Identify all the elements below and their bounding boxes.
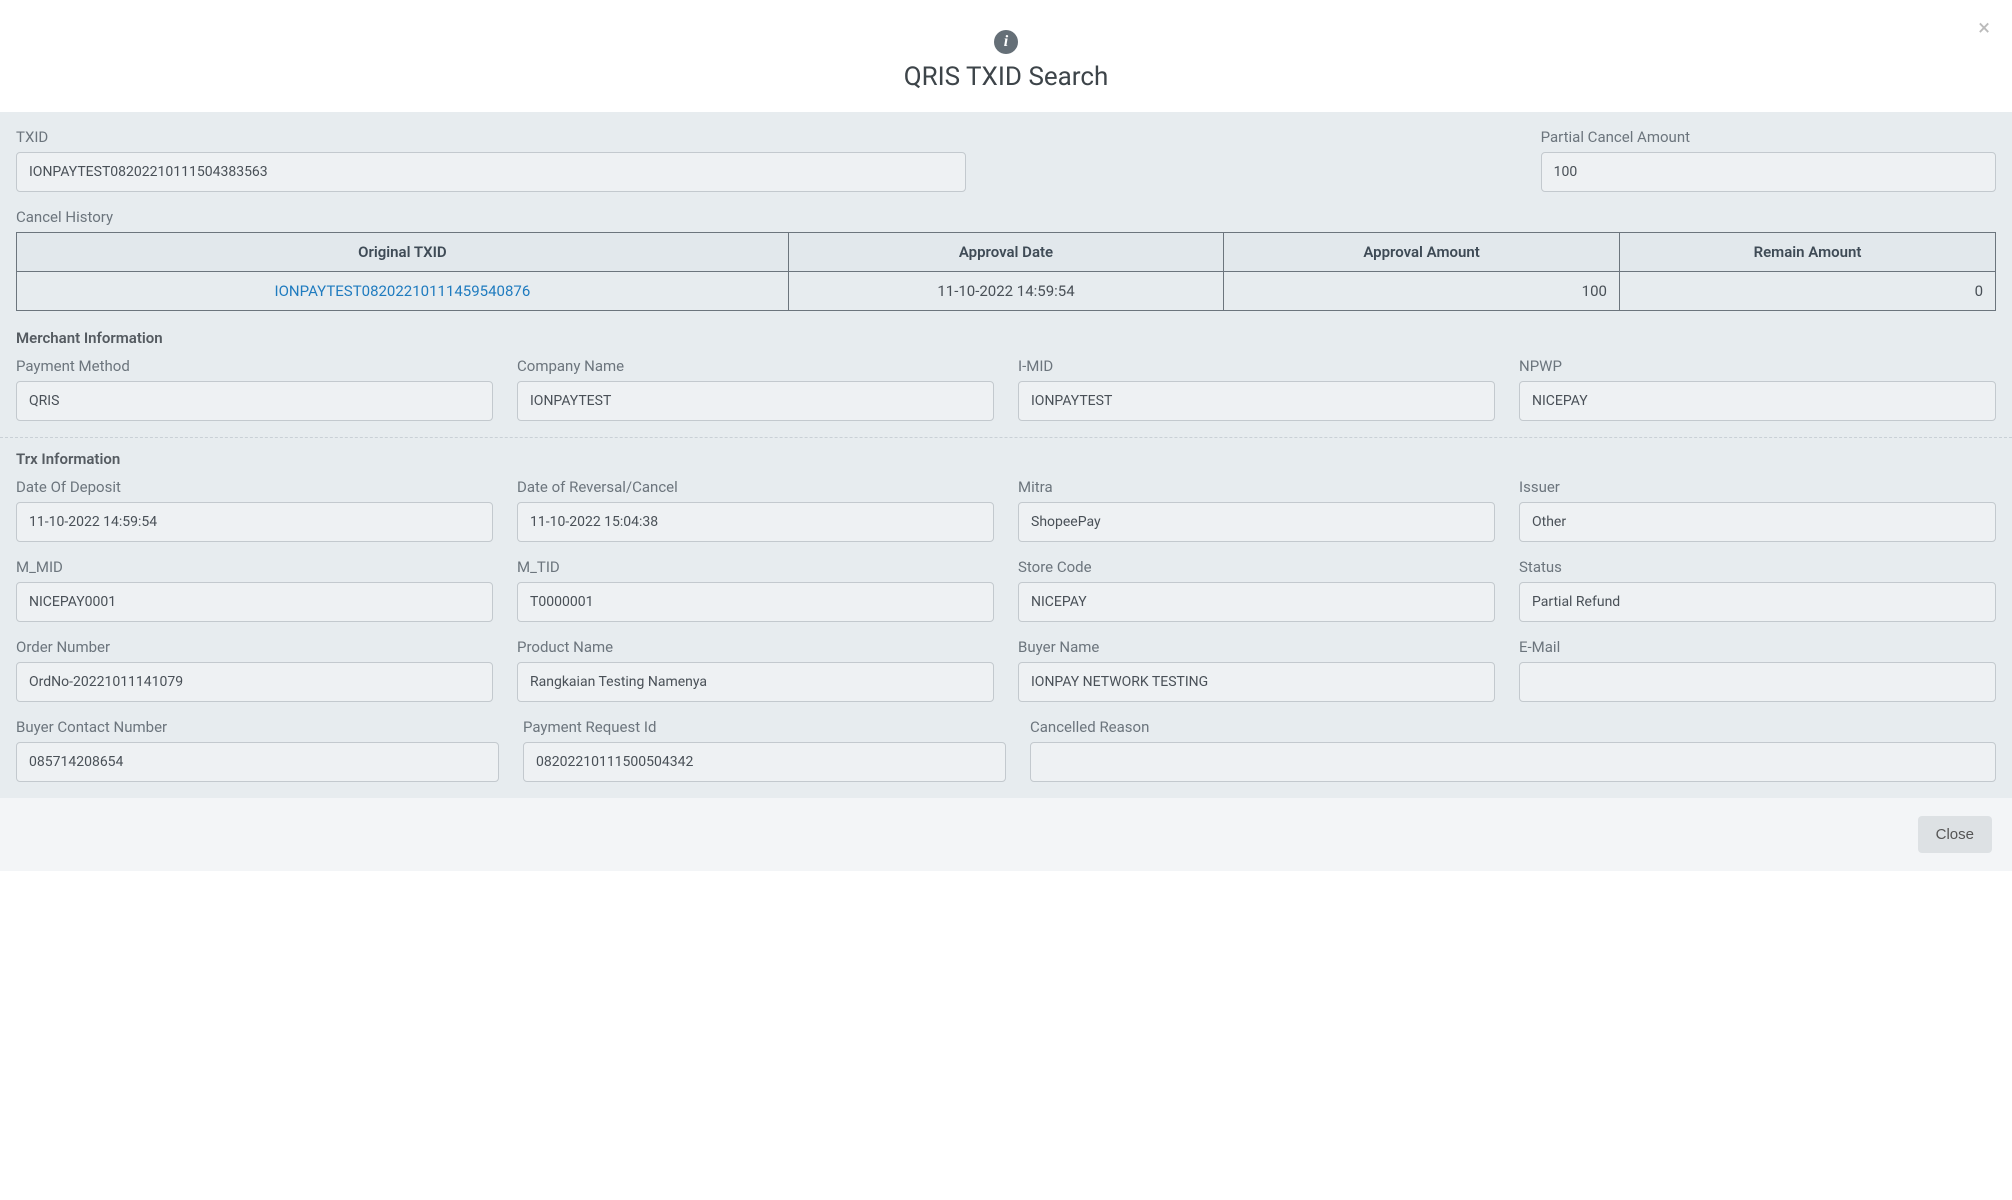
company-name-label: Company Name: [517, 357, 994, 375]
modal-header: × i QRIS TXID Search: [0, 0, 2012, 112]
m-mid-field: NICEPAY0001: [16, 582, 493, 622]
close-icon[interactable]: ×: [1978, 18, 1990, 40]
m-tid-field: T0000001: [517, 582, 994, 622]
cancel-history-table: Original TXID Approval Date Approval Amo…: [16, 232, 1996, 311]
status-label: Status: [1519, 558, 1996, 576]
buyer-contact-label: Buyer Contact Number: [16, 718, 499, 736]
partial-cancel-field: 100: [1541, 152, 1996, 192]
buyer-name-field: IONPAY NETWORK TESTING: [1018, 662, 1495, 702]
payment-request-label: Payment Request Id: [523, 718, 1006, 736]
imid-field: IONPAYTEST: [1018, 381, 1495, 421]
partial-cancel-label: Partial Cancel Amount: [1541, 128, 1996, 146]
approval-date-cell: 11-10-2022 14:59:54: [788, 272, 1223, 311]
divider: [0, 437, 2012, 438]
date-reversal-label: Date of Reversal/Cancel: [517, 478, 994, 496]
mitra-label: Mitra: [1018, 478, 1495, 496]
product-name-field: Rangkaian Testing Namenya: [517, 662, 994, 702]
info-icon: i: [994, 30, 1018, 54]
email-label: E-Mail: [1519, 638, 1996, 656]
order-number-field: OrdNo-20221011141079: [16, 662, 493, 702]
mitra-field: ShopeePay: [1018, 502, 1495, 542]
m-tid-label: M_TID: [517, 558, 994, 576]
order-number-label: Order Number: [16, 638, 493, 656]
col-remain-amount: Remain Amount: [1619, 233, 1995, 272]
date-reversal-field: 11-10-2022 15:04:38: [517, 502, 994, 542]
txid-field: IONPAYTEST08202210111504383563: [16, 152, 966, 192]
cancelled-reason-label: Cancelled Reason: [1030, 718, 1996, 736]
cancel-history-label: Cancel History: [16, 208, 1996, 226]
status-field: Partial Refund: [1519, 582, 1996, 622]
approval-amount-cell: 100: [1224, 272, 1620, 311]
cancelled-reason-field: [1030, 742, 1996, 782]
modal-footer: Close: [0, 798, 2012, 871]
page-title: QRIS TXID Search: [16, 62, 1996, 92]
merchant-info-title: Merchant Information: [16, 329, 1996, 347]
date-deposit-field: 11-10-2022 14:59:54: [16, 502, 493, 542]
modal-body: TXID IONPAYTEST08202210111504383563 Part…: [0, 112, 2012, 798]
date-deposit-label: Date Of Deposit: [16, 478, 493, 496]
npwp-field: NICEPAY: [1519, 381, 1996, 421]
npwp-label: NPWP: [1519, 357, 1996, 375]
table-row: IONPAYTEST08202210111459540876 11-10-202…: [17, 272, 1996, 311]
table-header-row: Original TXID Approval Date Approval Amo…: [17, 233, 1996, 272]
issuer-label: Issuer: [1519, 478, 1996, 496]
col-original-txid: Original TXID: [17, 233, 789, 272]
issuer-field: Other: [1519, 502, 1996, 542]
remain-amount-cell: 0: [1619, 272, 1995, 311]
buyer-name-label: Buyer Name: [1018, 638, 1495, 656]
payment-method-label: Payment Method: [16, 357, 493, 375]
store-code-field: NICEPAY: [1018, 582, 1495, 622]
product-name-label: Product Name: [517, 638, 994, 656]
m-mid-label: M_MID: [16, 558, 493, 576]
buyer-contact-field: 085714208654: [16, 742, 499, 782]
company-name-field: IONPAYTEST: [517, 381, 994, 421]
imid-label: I-MID: [1018, 357, 1495, 375]
col-approval-amount: Approval Amount: [1224, 233, 1620, 272]
txid-label: TXID: [16, 128, 966, 146]
col-approval-date: Approval Date: [788, 233, 1223, 272]
payment-request-field: 08202210111500504342: [523, 742, 1006, 782]
close-button[interactable]: Close: [1918, 816, 1992, 853]
original-txid-link[interactable]: IONPAYTEST08202210111459540876: [275, 282, 531, 300]
email-field: [1519, 662, 1996, 702]
payment-method-field: QRIS: [16, 381, 493, 421]
trx-info-title: Trx Information: [16, 450, 1996, 468]
store-code-label: Store Code: [1018, 558, 1495, 576]
